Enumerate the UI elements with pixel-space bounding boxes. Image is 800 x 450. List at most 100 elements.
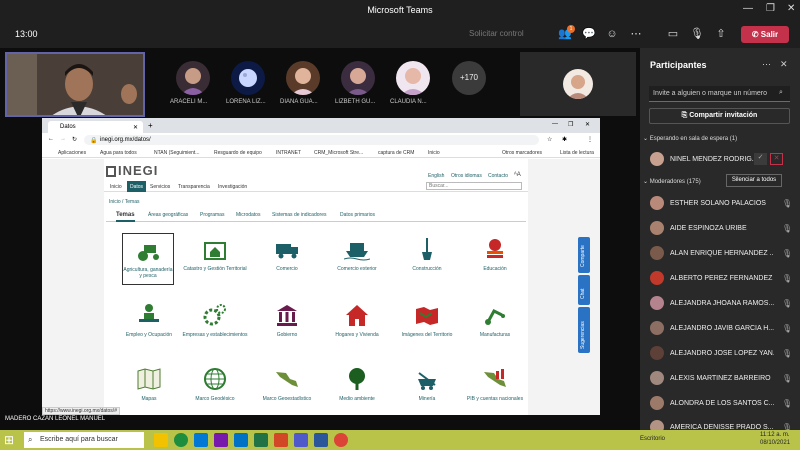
category-marco-geoestadistico[interactable]: Marco Geoestadístico: [252, 367, 322, 402]
english-link[interactable]: English: [428, 173, 444, 179]
bookmark-item[interactable]: Aplicaciones: [58, 150, 86, 156]
nav-servicios[interactable]: Servicios: [150, 184, 170, 190]
file-explorer-icon[interactable]: [154, 433, 168, 447]
participant-avatar[interactable]: [231, 61, 265, 95]
tab-temas[interactable]: Temas: [116, 212, 135, 222]
bookmark-item[interactable]: Agua para todos: [100, 150, 137, 156]
accessibility-icon[interactable]: ᴬA: [514, 172, 521, 178]
lobby-header[interactable]: ⌄ Esperando en sala de espera (1): [643, 135, 737, 142]
participant-avatar[interactable]: [396, 61, 430, 95]
reload-icon[interactable]: ↻: [72, 136, 77, 143]
extensions-icon[interactable]: ✱: [562, 136, 567, 143]
participant-row[interactable]: ALONDRA DE LOS SANTOS C... 🎙: [650, 396, 798, 412]
more-participants-count[interactable]: +170: [452, 61, 486, 95]
bookmark-item[interactable]: CRM_Microsoft Stre...: [314, 150, 363, 156]
participant-row[interactable]: ALEJANDRO JOSE LOPEZ YAÑ... 🎙: [650, 346, 798, 362]
nav-investigacion[interactable]: Investigación: [218, 184, 247, 190]
url-field[interactable]: 🔒 inegi.org.mx/datos/: [84, 135, 539, 145]
category-empleo[interactable]: Empleo y Ocupación: [114, 303, 184, 338]
suggestions-side-tab[interactable]: Sugerencias: [578, 307, 590, 353]
bookmark-item[interactable]: INTRANET: [276, 150, 301, 156]
browser-icon[interactable]: [334, 433, 348, 447]
category-educacion[interactable]: Educación: [460, 237, 530, 272]
category-comercio-exterior[interactable]: Comercio exterior: [322, 237, 392, 272]
tab-sistemas-indicadores[interactable]: Sistemas de indicadores: [272, 212, 326, 218]
chrome-icon[interactable]: [174, 433, 188, 447]
participant-row[interactable]: ALAN ENRIQUE HERNANDEZ ... 🎙: [650, 246, 798, 262]
close-icon[interactable]: ✕: [787, 3, 795, 14]
participant-avatar[interactable]: [286, 61, 320, 95]
bookmark-item[interactable]: NTAN (Seguimient...: [154, 150, 199, 156]
maximize-icon[interactable]: ❐: [568, 121, 573, 128]
tab-microdatos[interactable]: Microdatos: [236, 212, 260, 218]
category-marco-geodesico[interactable]: Marco Geodésico: [180, 367, 250, 402]
category-pib[interactable]: PIB y cuentas nacionales: [460, 367, 530, 402]
browser-tab[interactable]: Datos ✕: [48, 121, 143, 133]
minimize-icon[interactable]: —: [743, 3, 753, 14]
presenter-video[interactable]: [5, 52, 145, 117]
more-options-icon[interactable]: ⋯: [762, 59, 771, 70]
category-catastro[interactable]: Catastro y Gestión Territorial: [180, 237, 250, 272]
close-tab-icon[interactable]: ✕: [133, 124, 138, 131]
bookmark-item[interactable]: Resguardo de equipo: [214, 150, 262, 156]
contact-link[interactable]: Contacto: [488, 173, 508, 179]
category-medio-ambiente[interactable]: Medio ambiente: [322, 367, 392, 402]
nav-transparencia[interactable]: Transparencia: [178, 184, 210, 190]
category-mineria[interactable]: Minería: [392, 367, 462, 402]
close-panel-icon[interactable]: ✕: [780, 59, 788, 70]
share-side-tab[interactable]: Comparte: [578, 237, 590, 273]
star-icon[interactable]: ☆: [547, 136, 552, 143]
participant-avatar[interactable]: [341, 61, 375, 95]
taskbar-search[interactable]: ⌕ Escribe aquí para buscar: [24, 432, 144, 448]
participant-row[interactable]: AIDE ESPINOZA URIBE 🎙: [650, 221, 798, 237]
lobby-participant[interactable]: NINEL MENDEZ RODRIG... ✓ ✕: [650, 152, 798, 168]
category-manufacturas[interactable]: Manufacturas: [460, 303, 530, 338]
excel-icon[interactable]: [254, 433, 268, 447]
reactions-icon[interactable]: ☺: [604, 26, 620, 42]
camera-icon[interactable]: ▭: [665, 26, 681, 42]
category-agricultura[interactable]: Agricultura, ganadería y pesca: [122, 233, 174, 285]
new-tab-button[interactable]: +: [148, 121, 153, 130]
deny-icon[interactable]: ✕: [770, 153, 783, 165]
request-control-button[interactable]: Solicitar control: [469, 29, 524, 38]
menu-icon[interactable]: ⋮: [587, 136, 593, 143]
reading-list[interactable]: Lista de lectura: [560, 150, 594, 156]
participant-row[interactable]: ALEJANDRO JAVIB GARCIA H... 🎙: [650, 321, 798, 337]
other-languages-link[interactable]: Otros idiomas: [451, 173, 482, 179]
teams-icon[interactable]: [294, 433, 308, 447]
mute-all-button[interactable]: Silenciar a todos: [726, 174, 782, 187]
nav-datos[interactable]: Datos: [127, 181, 147, 192]
bookmark-item[interactable]: captura de CRM: [378, 150, 414, 156]
more-options-icon[interactable]: ⋯: [628, 26, 644, 42]
participant-avatar[interactable]: [176, 61, 210, 95]
site-search-input[interactable]: [426, 182, 522, 190]
onenote-icon[interactable]: [214, 433, 228, 447]
participant-row[interactable]: ALEXIS MARTINEZ BARREIRO 🎙: [650, 371, 798, 387]
category-imagenes-territorio[interactable]: Imágenes del Territorio: [392, 303, 462, 338]
windows-start-icon[interactable]: ⊞: [4, 433, 14, 447]
admit-icon[interactable]: ✓: [754, 153, 767, 165]
invite-input[interactable]: Invite a alguien o marque un número ⌕: [649, 86, 790, 102]
close-icon[interactable]: ✕: [585, 121, 590, 128]
participant-row[interactable]: ALEJANDRA JHOANA RAMOS... 🎙: [650, 296, 798, 312]
category-empresas[interactable]: Empresas y establecimientos: [180, 303, 250, 338]
nav-inicio[interactable]: Inicio: [110, 184, 122, 190]
inegi-logo[interactable]: INEGI: [106, 163, 158, 178]
leave-button[interactable]: ✆ Salir: [741, 26, 789, 43]
forward-icon[interactable]: →: [60, 136, 66, 142]
category-gobierno[interactable]: Gobierno: [252, 303, 322, 338]
participant-row[interactable]: ALBERTO PEREZ FERNANDEZ 🎙: [650, 271, 798, 287]
tab-programas[interactable]: Programas: [200, 212, 224, 218]
minimize-icon[interactable]: —: [552, 121, 558, 127]
powerpoint-icon[interactable]: [274, 433, 288, 447]
moderators-header[interactable]: ⌄ Moderadores (175): [643, 178, 701, 185]
category-comercio[interactable]: Comercio: [252, 237, 322, 272]
mic-off-icon[interactable]: 🎙: [689, 26, 705, 42]
maximize-icon[interactable]: ❐: [766, 3, 775, 14]
bookmark-folder[interactable]: Otros marcadores: [502, 150, 542, 156]
participant-row[interactable]: ESTHER SOLANO PALACIOS 🎙: [650, 196, 798, 212]
back-icon[interactable]: ←: [48, 136, 54, 142]
chat-icon[interactable]: 💬: [581, 26, 597, 42]
tab-areas-geograficas[interactable]: Áreas geográficas: [148, 212, 188, 218]
participant-tile[interactable]: [520, 52, 636, 116]
